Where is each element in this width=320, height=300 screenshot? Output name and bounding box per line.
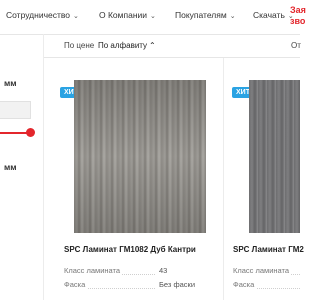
chevron-down-icon: ⌄ bbox=[150, 13, 156, 20]
filter-value-input[interactable] bbox=[0, 101, 31, 119]
filter1-unit: мм bbox=[4, 78, 17, 88]
prop-name: Фаска bbox=[233, 280, 255, 289]
nav-divider bbox=[0, 34, 300, 35]
nav-item-label: Покупателям bbox=[175, 10, 227, 20]
nav-item-label: Сотрудничество bbox=[6, 10, 71, 20]
sort-by-price[interactable]: По цене bbox=[64, 41, 94, 50]
callback-link-line2: зво bbox=[290, 16, 306, 26]
prop-leader bbox=[257, 288, 300, 289]
callback-link-line1: Зая bbox=[290, 5, 306, 15]
nav-item-download[interactable]: Скачать ⌄ bbox=[253, 10, 294, 20]
product-image[interactable] bbox=[249, 80, 300, 233]
product-image[interactable] bbox=[74, 80, 206, 233]
prop-value: 43 bbox=[159, 266, 168, 275]
sort-by-alphabet-label: По алфавиту bbox=[98, 41, 148, 50]
nav-item-label: Скачать bbox=[253, 10, 285, 20]
sort-option-cut[interactable]: От bbox=[291, 41, 301, 50]
chevron-down-icon: ⌄ bbox=[73, 13, 79, 20]
sort-option-cut-label: От bbox=[291, 41, 301, 50]
chevron-down-icon: ⌄ bbox=[229, 13, 236, 20]
prop-leader bbox=[291, 274, 300, 275]
sort-asc-icon: ⌃ bbox=[149, 41, 156, 50]
sidebar-divider bbox=[43, 34, 44, 300]
top-nav: Сотрудничество ⌄ О Компании ⌄ Покупателям ⌄… bbox=[0, 0, 306, 34]
sort-by-price-label: По цене bbox=[64, 41, 95, 50]
prop-leader bbox=[88, 288, 155, 289]
product-title[interactable]: SPC Ламинат ГМ1082 Дуб Кантри bbox=[64, 245, 196, 254]
prop-value: Без фаски bbox=[159, 280, 196, 289]
prop-name: Класс ламината bbox=[64, 266, 121, 275]
sort-by-alphabet[interactable]: По алфавиту ⌃ bbox=[98, 41, 156, 50]
nav-item-about[interactable]: О Компании ⌄ bbox=[99, 10, 156, 20]
product-title[interactable]: SPC Ламинат ГМ2 bbox=[233, 245, 304, 254]
card-divider bbox=[223, 58, 224, 300]
prop-name: Фаска bbox=[64, 280, 86, 289]
nav-item-cooperation[interactable]: Сотрудничество ⌄ bbox=[6, 10, 79, 20]
range-slider-handle[interactable] bbox=[26, 128, 35, 137]
nav-item-label: О Компании bbox=[99, 10, 148, 20]
prop-name: Класс ламината bbox=[233, 266, 290, 275]
sort-divider bbox=[44, 57, 300, 58]
prop-leader bbox=[122, 274, 155, 275]
callback-link[interactable]: Зая зво bbox=[290, 5, 306, 27]
filter2-unit: мм bbox=[4, 162, 17, 172]
nav-item-customers[interactable]: Покупателям ⌄ bbox=[175, 10, 236, 20]
